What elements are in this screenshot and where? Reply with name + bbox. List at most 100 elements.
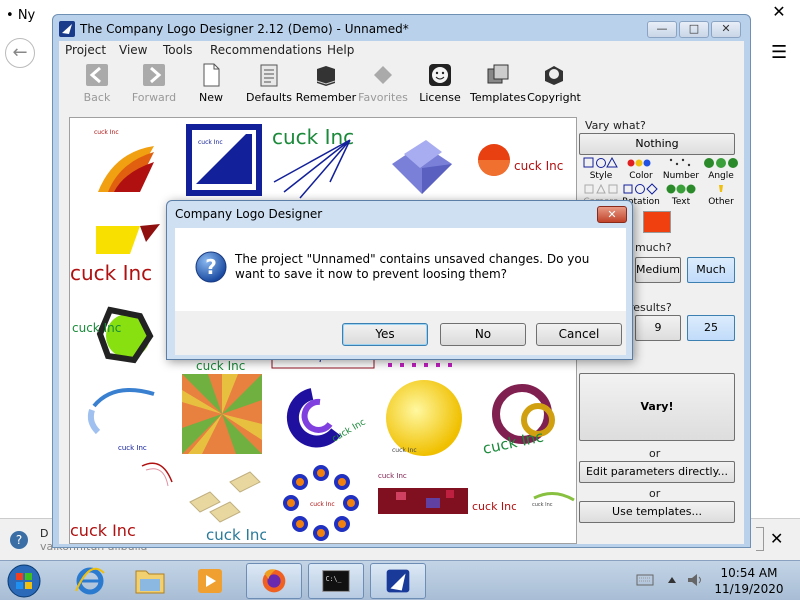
category-text[interactable]: Text [661,183,701,207]
browser-close-icon[interactable]: ✕ [764,2,794,21]
license-smiley-icon [429,64,451,86]
menu-tools[interactable]: Tools [163,43,193,57]
taskbar: C:\_ 10:54 AM 11/19/2020 [0,560,800,600]
browser-back-icon[interactable]: ← [5,38,35,68]
category-number[interactable]: Number [661,157,701,181]
volume-icon[interactable] [686,573,706,587]
tray-overflow-icon[interactable] [666,575,678,585]
favorites-icon [374,66,392,84]
favorites-button[interactable]: Favorites [351,63,415,109]
svg-text:C:\_: C:\_ [326,575,342,583]
menu-project[interactable]: Project [65,43,106,57]
notification-button[interactable] [756,527,764,551]
svg-text:cuck Inc: cuck Inc [272,125,354,149]
browser-menu-icon[interactable]: ☰ [771,42,787,63]
templates-button[interactable]: Templates [466,63,530,109]
logo-thumbnail[interactable]: cuck Inc [70,296,166,368]
forward-arrow-icon [143,64,165,86]
vary-button[interactable]: Vary! [579,373,735,441]
results-9-button[interactable]: 9 [635,315,681,341]
camera-icon [584,183,618,194]
or-label-2: or [649,487,661,500]
logo-thumbnail[interactable] [380,360,460,370]
app-logo-icon [59,21,75,37]
medium-button[interactable]: Medium [635,257,681,283]
logo-thumbnail[interactable] [382,124,460,202]
templates-icon [487,64,509,84]
edit-parameters-button[interactable]: Edit parameters directly... [579,461,735,483]
menu-help[interactable]: Help [327,43,354,57]
svg-text:cuck Inc: cuck Inc [94,129,119,136]
use-templates-button[interactable]: Use templates... [579,501,735,523]
new-document-icon [203,63,220,87]
nothing-button[interactable]: Nothing [579,133,735,155]
forward-button[interactable]: Forward [122,63,186,109]
dialog-close-button[interactable]: ✕ [597,206,627,223]
logo-thumbnail[interactable]: cuck Inc [186,124,262,196]
logo-thumbnail[interactable]: cuck Inc [70,516,150,542]
remember-button[interactable]: Remember [294,63,358,109]
start-button-icon[interactable] [4,563,44,599]
system-clock[interactable]: 10:54 AM 11/19/2020 [714,565,784,597]
logo-thumbnail[interactable] [122,452,182,502]
app-title-bar[interactable]: The Company Logo Designer 2.12 (Demo) - … [53,15,750,43]
menu-view[interactable]: View [119,43,147,57]
logo-thumbnail[interactable]: cuck Inc [530,484,576,514]
close-icon: ✕ [721,22,731,35]
logo-thumbnail[interactable]: cuck Inc [270,122,370,202]
logo-thumbnail[interactable]: cuck Inc [474,136,574,186]
back-label: Back [83,91,111,104]
logo-thumbnail[interactable] [182,374,262,454]
style-shapes-icon [583,156,618,168]
keyboard-icon[interactable] [636,573,654,587]
copyright-button[interactable]: Copyright [522,63,586,109]
category-other[interactable]: Other [701,183,741,207]
logo-thumbnail[interactable]: cuck Inc [382,376,466,460]
maximize-button[interactable]: □ [679,21,709,38]
back-button[interactable]: Back [65,63,129,109]
category-angle[interactable]: Angle [701,157,741,181]
logo-thumbnail[interactable]: cuck Inc [84,376,164,456]
logo-thumbnail[interactable]: cuck Inc [282,380,372,452]
defaults-button[interactable]: Defaults [237,63,301,109]
rotation-icon [623,183,658,195]
svg-text:cuck Inc: cuck Inc [70,521,136,540]
copyright-icon [545,66,563,85]
color-palette-icon [627,159,651,167]
remember-label: Remember [295,91,357,104]
remember-book-icon [316,66,336,86]
yes-button[interactable]: Yes [342,323,428,346]
browser-tab[interactable]: • Ny [6,8,35,23]
no-button[interactable]: No [440,323,526,346]
much-button[interactable]: Much [687,257,735,283]
results-25-button[interactable]: 25 [687,315,735,341]
other-icon [719,185,723,192]
media-player-icon[interactable] [182,563,238,599]
notification-close-icon[interactable]: ✕ [770,529,783,548]
menu-recommendations[interactable]: Recommendations [210,43,322,57]
cancel-button[interactable]: Cancel [536,323,622,346]
angle-icon [704,158,738,168]
logo-thumbnail[interactable]: cuck Inc [84,122,166,204]
new-button[interactable]: New [179,63,243,109]
logo-thumbnail[interactable]: cuck Inc [282,464,360,542]
license-button[interactable]: License [408,63,472,109]
firefox-icon[interactable] [246,563,302,599]
logo-thumbnail[interactable]: cuck Inc cuck Inc [376,468,516,528]
close-button[interactable]: ✕ [711,21,741,38]
svg-text:cuck Inc: cuck Inc [206,526,266,544]
minimize-button[interactable]: — [647,21,677,38]
svg-text:cuck Inc: cuck Inc [310,501,335,508]
license-label: License [419,91,461,104]
logo-thumbnail[interactable]: cuck Inc [180,462,266,544]
color-swatch[interactable] [643,211,671,233]
logo-thumbnail[interactable]: cuck Inc [70,218,180,288]
category-color[interactable]: Color [621,157,661,181]
clock-time: 10:54 AM [720,566,778,580]
logo-thumbnail[interactable]: cuck Inc [482,380,576,460]
logo-designer-taskbar-icon[interactable] [370,563,426,599]
file-explorer-icon[interactable] [122,563,178,599]
command-prompt-icon[interactable]: C:\_ [308,563,364,599]
category-style[interactable]: Style [581,156,621,181]
internet-explorer-icon[interactable] [62,563,118,599]
